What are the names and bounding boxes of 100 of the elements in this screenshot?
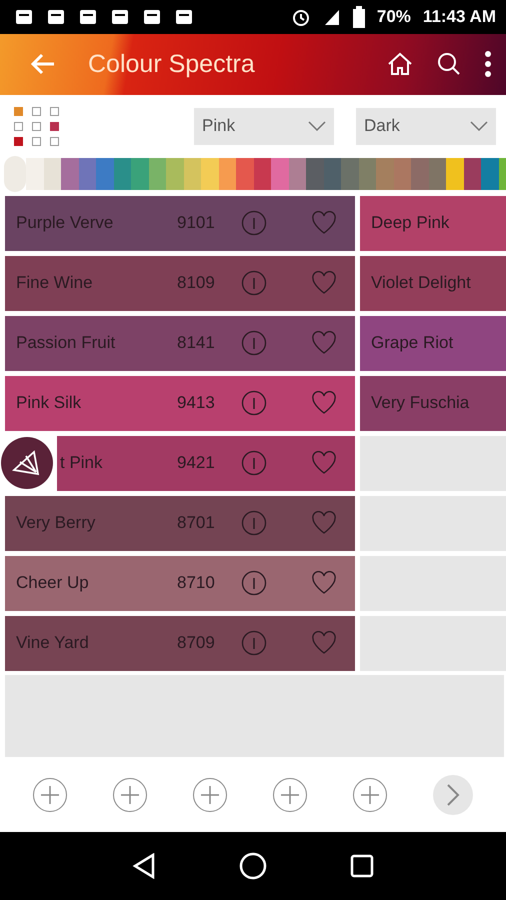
colour-name: Cheer Up	[16, 573, 90, 594]
colour-swatch[interactable]	[464, 158, 481, 190]
colour-row[interactable]: t Pink 9421	[57, 436, 355, 491]
colour-code: 9101	[177, 213, 216, 234]
plus-icon	[119, 784, 141, 806]
battery-level: 70%	[376, 6, 411, 27]
battery-icon	[352, 6, 365, 28]
colour-row[interactable]: Vine Yard 8709	[5, 616, 355, 671]
colour-swatch[interactable]	[218, 158, 236, 190]
colour-code: 8701	[177, 513, 216, 534]
recents-nav-icon[interactable]	[350, 854, 374, 878]
colour-swatch[interactable]	[324, 158, 341, 190]
app-title: Colour Spectra	[88, 50, 256, 79]
heart-icon	[311, 631, 337, 656]
colour-swatch[interactable]	[394, 158, 411, 190]
colour-swatch[interactable]	[201, 158, 218, 190]
colour-swatch[interactable]	[148, 158, 166, 190]
next-button[interactable]	[433, 774, 473, 815]
colour-row[interactable]: Fine Wine 8109	[5, 256, 355, 311]
info-icon	[241, 450, 267, 476]
colour-swatch[interactable]	[131, 158, 148, 190]
colour-swatch[interactable]	[236, 158, 254, 190]
back-nav-icon[interactable]	[132, 853, 156, 880]
chevron-right-icon	[446, 782, 460, 807]
colour-swatch[interactable]	[376, 158, 394, 190]
search-icon	[436, 51, 462, 78]
colour-swatch[interactable]	[96, 158, 114, 190]
colour-name: Purple Verve	[16, 213, 114, 234]
colour-name: Very Berry	[16, 513, 96, 534]
colour-code: 9421	[177, 453, 216, 474]
colour-name: Fine Wine	[16, 273, 94, 294]
info-icon	[241, 510, 267, 536]
related-colour-tile[interactable]: Deep Pink	[360, 196, 506, 251]
colour-swatch[interactable]	[114, 158, 131, 190]
add-button[interactable]	[353, 778, 387, 812]
related-colour-tile[interactable]: Grape Riot	[360, 316, 506, 371]
info-icon	[241, 570, 267, 596]
colour-swatch[interactable]	[288, 158, 306, 190]
home-nav-icon[interactable]	[238, 852, 267, 880]
plus-icon	[279, 784, 301, 806]
colour-row[interactable]: Cheer Up 8710	[5, 556, 355, 611]
filter-dropdown[interactable]: Dark	[356, 108, 496, 145]
heart-icon	[311, 331, 337, 356]
colour-row[interactable]: Pink Silk 9413	[5, 376, 355, 431]
info-icon	[241, 270, 267, 296]
colour-swatch[interactable]	[428, 158, 446, 190]
colour-swatch[interactable]	[44, 158, 61, 190]
chevron-down-icon	[308, 121, 326, 132]
info-icon	[241, 390, 267, 416]
colour-name: Pink Silk	[16, 393, 82, 414]
heart-icon	[311, 271, 337, 296]
back-arrow-icon	[30, 52, 56, 76]
colour-code: 8709	[177, 633, 216, 654]
colour-swatch[interactable]	[61, 158, 78, 190]
clock: 11:43 AM	[422, 6, 496, 27]
colour-name: Vine Yard	[16, 633, 90, 654]
heart-icon	[311, 451, 337, 476]
add-button[interactable]	[273, 778, 307, 812]
colour-swatch[interactable]	[358, 158, 376, 190]
fan-deck-button[interactable]	[1, 437, 53, 489]
plus-icon	[39, 784, 61, 806]
colour-swatch[interactable]	[481, 158, 498, 190]
colour-name: Passion Fruit	[16, 333, 116, 354]
filter-dropdown[interactable]: Pink	[194, 108, 334, 145]
colour-code: 8710	[177, 573, 216, 594]
colour-swatch[interactable]	[78, 158, 96, 190]
colour-code: 8109	[177, 273, 216, 294]
palette-grid-icon[interactable]	[14, 106, 60, 146]
info-icon	[241, 210, 267, 236]
heart-icon	[311, 211, 337, 236]
related-colour-tile[interactable]: Very Fuschia	[360, 376, 506, 431]
plus-icon	[359, 784, 381, 806]
more-icon	[484, 50, 492, 78]
colour-swatch[interactable]	[184, 158, 201, 190]
colour-swatch[interactable]	[271, 158, 288, 190]
colour-swatch[interactable]	[26, 158, 44, 190]
add-button[interactable]	[193, 778, 227, 812]
colour-code: 9413	[177, 393, 216, 414]
colour-swatch[interactable]	[254, 158, 271, 190]
colour-swatch[interactable]	[341, 158, 358, 190]
colour-swatch[interactable]	[306, 158, 324, 190]
related-colour-tile[interactable]: Violet Delight	[360, 256, 506, 311]
info-icon	[241, 330, 267, 356]
colour-swatch[interactable]	[411, 158, 428, 190]
colour-swatch[interactable]	[446, 158, 464, 190]
add-button[interactable]	[33, 778, 67, 812]
plus-icon	[199, 784, 221, 806]
scroll-handle[interactable]	[4, 156, 26, 192]
heart-icon	[311, 391, 337, 416]
colour-row[interactable]: Very Berry 8701	[5, 496, 355, 551]
add-button[interactable]	[113, 778, 147, 812]
colour-row[interactable]: Purple Verve 9101	[5, 196, 355, 251]
colour-swatch[interactable]	[166, 158, 184, 190]
info-icon	[241, 630, 267, 656]
colour-name: t Pink	[60, 453, 104, 474]
heart-icon	[311, 571, 337, 596]
colour-row[interactable]: Passion Fruit 8141	[5, 316, 355, 371]
heart-icon	[311, 511, 337, 536]
chevron-down-icon	[470, 121, 488, 132]
colour-code: 8141	[177, 333, 216, 354]
